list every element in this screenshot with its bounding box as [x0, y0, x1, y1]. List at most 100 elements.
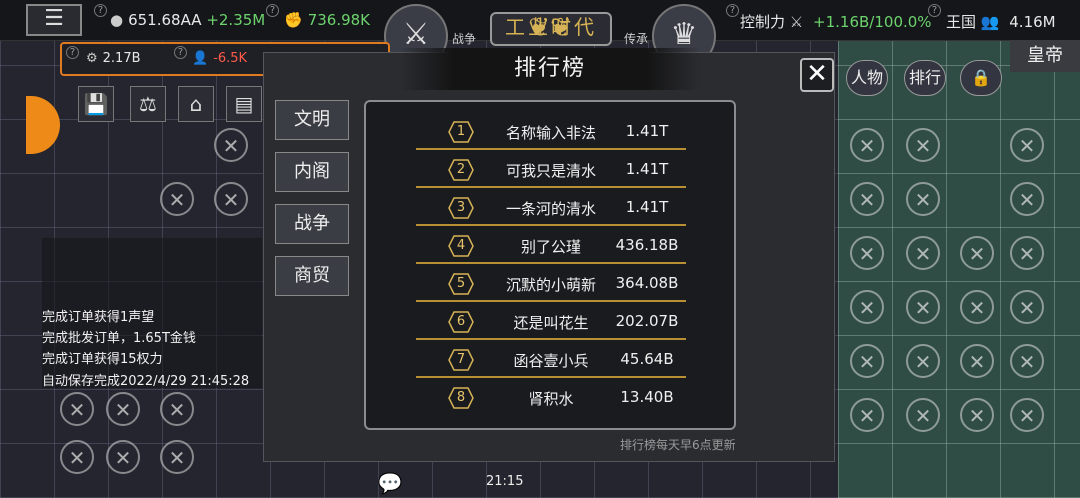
tab-war[interactable]: 战争 — [275, 204, 349, 244]
leaderboard-row: 2 可我只是清水 1.41T — [416, 152, 686, 188]
crossed-swords-icon[interactable]: ✕ — [906, 182, 940, 216]
help-icon[interactable]: ? — [726, 4, 739, 17]
crossed-swords-icon[interactable]: ✕ — [960, 290, 994, 324]
kingdom-resource: 王国 👥 4.16M — [946, 11, 1056, 32]
rank-badge: 1 — [448, 121, 474, 143]
tab-trade[interactable]: 商贸 — [275, 256, 349, 296]
book-button[interactable]: ▤ — [226, 86, 262, 122]
rank-number: 2 — [456, 162, 466, 177]
buildings-button[interactable]: ⌂ — [178, 86, 214, 122]
kingdom-value: 4.16M — [1009, 13, 1056, 31]
crossed-swords-icon[interactable]: ✕ — [1010, 182, 1044, 216]
rank-badge: 7 — [448, 349, 474, 371]
floppy-disk-icon: 💾 — [83, 92, 109, 116]
crossed-swords-icon[interactable]: ✕ — [960, 344, 994, 378]
locked-conquest-button[interactable]: 🔒 — [960, 60, 1002, 96]
gold-resource: ● 651.68AA +2.35M — [110, 11, 265, 29]
rank-number: 5 — [456, 276, 466, 291]
emperor-button[interactable]: 皇帝 — [1010, 40, 1080, 72]
save-button[interactable]: 💾 — [78, 86, 114, 122]
player-name: 别了公瑾 — [520, 238, 581, 256]
crossed-swords-icon: ⚔ — [789, 13, 804, 31]
player-name: 名称输入非法 — [505, 124, 596, 142]
crossed-swords-icon[interactable]: ✕ — [850, 128, 884, 162]
control-rate: +1.16B — [813, 13, 870, 31]
crossed-swords-icon[interactable]: ✕ — [850, 290, 884, 324]
crossed-swords-icon[interactable]: ✕ — [850, 344, 884, 378]
rank-number: 3 — [456, 200, 466, 215]
crossed-swords-icon[interactable]: ✕ — [60, 440, 94, 474]
population-change: -6.5K — [213, 51, 248, 66]
crossed-swords-icon[interactable]: ✕ — [850, 236, 884, 270]
gold-value: 651.68AA — [128, 11, 202, 29]
crossed-swords-icon[interactable]: ✕ — [60, 392, 94, 426]
help-icon[interactable]: ? — [928, 4, 941, 17]
update-footnote: 排行榜每天早6点更新 — [620, 438, 736, 452]
crossed-swords-icon[interactable]: ✕ — [1010, 128, 1044, 162]
heritage-label: 传承 — [624, 32, 649, 46]
character-button[interactable]: 人物 — [846, 60, 888, 96]
people-icon: 👥 — [980, 13, 1000, 31]
help-icon[interactable]: ? — [66, 46, 79, 59]
crossed-swords-icon[interactable]: ✕ — [1010, 236, 1044, 270]
book-icon: ▤ — [234, 92, 254, 116]
crossed-swords-icon[interactable]: ✕ — [106, 392, 140, 426]
rank-number: 6 — [456, 314, 466, 329]
main-menu-button[interactable]: ☰ — [26, 4, 82, 36]
crossed-swords-icon[interactable]: ✕ — [906, 398, 940, 432]
log-line: 自动保存完成2022/4/29 21:45:28 — [42, 374, 250, 389]
crossed-swords-icon[interactable]: ✕ — [106, 440, 140, 474]
leaderboard-row: 5 沉默的小萌新 364.08B — [416, 266, 686, 302]
crossed-swords-icon[interactable]: ✕ — [906, 344, 940, 378]
crossed-swords-icon[interactable]: ✕ — [960, 398, 994, 432]
tab-civilization[interactable]: 文明 — [275, 100, 349, 140]
close-icon: ✕ — [806, 59, 828, 89]
close-button[interactable]: ✕ — [800, 58, 834, 92]
laurel-icon: ❦❦ — [528, 13, 572, 43]
player-score: 1.41T — [625, 198, 669, 216]
dialog-title: 排行榜 — [513, 56, 586, 81]
law-button[interactable]: ⚖ — [130, 86, 166, 122]
scales-icon: ⚖ — [139, 92, 157, 116]
player-name: 可我只是清水 — [505, 162, 596, 180]
player-score: 45.64B — [620, 350, 674, 368]
crossed-swords-icon[interactable]: ✕ — [906, 290, 940, 324]
leaderboard-row: 4 别了公瑾 436.18B — [416, 228, 686, 264]
ranking-button[interactable]: 排行 — [904, 60, 946, 96]
crossed-swords-icon[interactable]: ✕ — [214, 182, 248, 216]
house-icon: ⌂ — [189, 92, 203, 116]
control-percent: /100.0% — [869, 13, 932, 31]
crossed-swords-icon[interactable]: ✕ — [160, 182, 194, 216]
log-line: 完成订单获得1声望 — [42, 310, 155, 325]
crossed-swords-icon[interactable]: ✕ — [850, 398, 884, 432]
coins-icon: ● — [110, 11, 124, 29]
chat-bubble-icon: 💬 — [377, 471, 403, 495]
help-icon[interactable]: ? — [266, 4, 279, 17]
crossed-swords-icon[interactable]: ✕ — [1010, 344, 1044, 378]
person-icon: 👤 — [192, 51, 209, 66]
help-icon[interactable]: ? — [174, 46, 187, 59]
crossed-swords-icon[interactable]: ✕ — [850, 182, 884, 216]
crossed-swords-icon[interactable]: ✕ — [1010, 398, 1044, 432]
rank-badge: 5 — [448, 273, 474, 295]
gear-icon: ⚙ — [86, 51, 98, 66]
help-icon[interactable]: ? — [94, 4, 107, 17]
production-resource: ⚙ 2.17B — [86, 51, 141, 66]
rank-number: 8 — [456, 390, 466, 405]
crossed-swords-icon[interactable]: ✕ — [1010, 290, 1044, 324]
crossed-swords-icon[interactable]: ✕ — [214, 128, 248, 162]
crossed-swords-icon[interactable]: ✕ — [960, 236, 994, 270]
leaderboard-table: 1 名称输入非法 1.41T 2 可我只是清水 1.41T 3 一条河的清水 1… — [364, 100, 736, 430]
power-resource: ✊ 736.98K — [284, 11, 370, 29]
crossed-swords-icon[interactable]: ✕ — [906, 128, 940, 162]
leaderboard-row: 8 肾积水 13.40B — [416, 380, 686, 416]
crossed-swords-icon: ⚔ — [402, 17, 430, 52]
leaderboard-row: 6 还是叫花生 202.07B — [416, 304, 686, 340]
crossed-swords-icon[interactable]: ✕ — [160, 440, 194, 474]
crossed-swords-icon[interactable]: ✕ — [906, 236, 940, 270]
chat-button[interactable]: 💬 — [370, 468, 410, 498]
crossed-swords-icon[interactable]: ✕ — [160, 392, 194, 426]
title-ribbon: 排行榜 — [400, 48, 700, 90]
war-label: 战争 — [452, 32, 477, 46]
tab-cabinet[interactable]: 内阁 — [275, 152, 349, 192]
